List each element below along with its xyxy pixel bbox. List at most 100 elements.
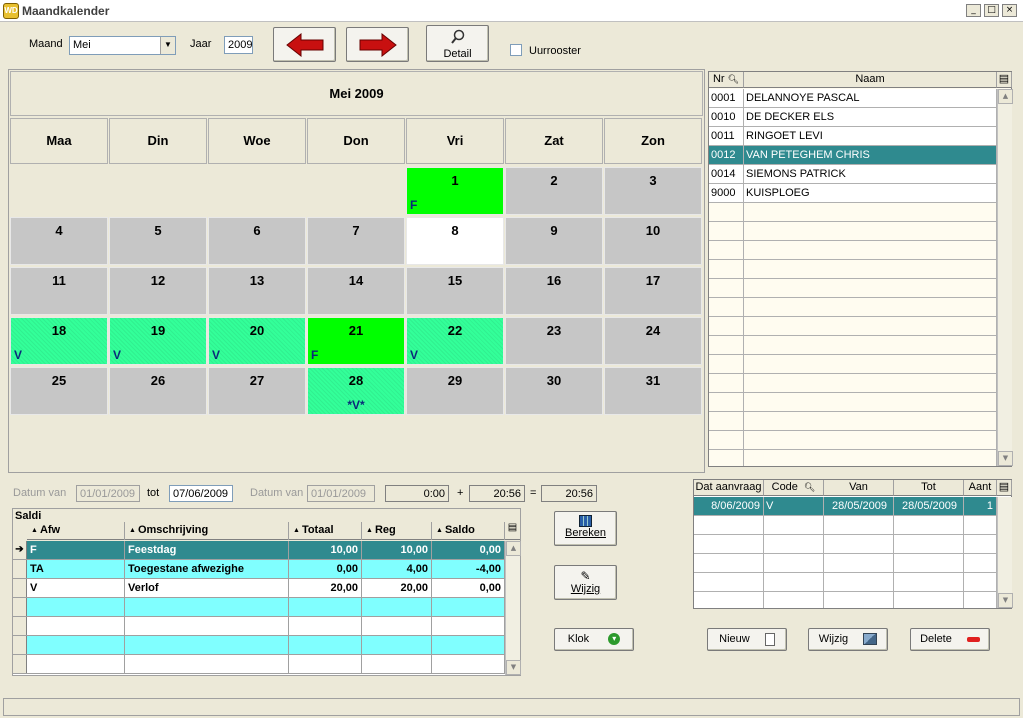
col-header-naam[interactable]: Naam [744,72,997,88]
calendar-day-cell[interactable]: 9 [505,217,603,265]
col-header-nr[interactable]: Nr 🔍︎ [709,72,744,88]
table-row[interactable] [694,573,997,592]
table-row[interactable] [709,450,997,466]
table-row[interactable]: V Verlof 20,00 20,00 0,00 [13,579,505,598]
row-selector[interactable] [13,617,27,635]
tot-input[interactable]: 07/06/2009 [169,485,233,502]
calendar-day-cell[interactable]: 11 [10,267,108,315]
calendar-day-cell[interactable]: 24 [604,317,702,365]
scroll-down-icon[interactable]: ▼ [998,451,1013,466]
row-selector[interactable] [13,598,27,616]
scroll-down-icon[interactable]: ▼ [506,660,521,675]
table-row[interactable] [709,203,997,222]
table-row[interactable] [13,655,505,674]
maximize-button[interactable]: □ [984,4,999,17]
calendar-day-cell[interactable]: 7 [307,217,405,265]
minimize-button[interactable]: _ [966,4,981,17]
scroll-up-icon[interactable]: ▲ [506,541,521,556]
calendar-day-cell[interactable]: 22 V [406,317,504,365]
aanvraag-col-header[interactable]: Aant [964,480,997,496]
table-row[interactable]: 0012 VAN PETEGHEM CHRIS [709,146,997,165]
calendar-day-cell[interactable]: 10 [604,217,702,265]
table-row[interactable] [709,317,997,336]
calendar-day-cell[interactable]: 31 [604,367,702,415]
calendar-day-cell[interactable]: 8 [406,217,504,265]
calendar-day-cell[interactable]: 15 [406,267,504,315]
klok-button[interactable]: Klok ▾ [554,628,634,651]
row-selector[interactable] [13,655,27,673]
table-settings-icon[interactable]: ▤ [505,522,520,540]
table-row[interactable] [694,592,997,608]
calendar-day-cell[interactable]: 19 V [109,317,207,365]
calendar-day-cell[interactable]: 13 [208,267,306,315]
datum-van2-input[interactable]: 01/01/2009 [307,485,375,502]
calendar-day-cell[interactable]: 28 *V* [307,367,405,415]
calendar-day-cell[interactable]: 5 [109,217,207,265]
calendar-day-cell[interactable]: 27 [208,367,306,415]
table-row[interactable] [709,431,997,450]
aanvraag-col-header[interactable]: Code 🔍︎ [764,480,824,496]
aanvraag-col-header[interactable]: Van [824,480,894,496]
table-row[interactable] [13,598,505,617]
calendar-day-cell[interactable]: 6 [208,217,306,265]
employee-scrollbar[interactable]: ▲ ▼ [997,89,1013,466]
table-row[interactable] [709,222,997,241]
table-row[interactable] [694,535,997,554]
table-settings-icon[interactable]: ▤ [997,72,1012,88]
calendar-day-cell[interactable]: 18 V [10,317,108,365]
table-row[interactable]: 0014 SIEMONS PATRICK [709,165,997,184]
saldi-col-header[interactable]: ▲ Reg [362,522,432,540]
uurrooster-checkbox[interactable] [510,44,522,56]
scroll-down-icon[interactable]: ▼ [998,593,1013,608]
saldi-col-header[interactable]: ▲ Afw [27,522,125,540]
table-row[interactable] [694,554,997,573]
calendar-day-cell[interactable]: 23 [505,317,603,365]
table-row[interactable] [709,412,997,431]
chevron-down-icon[interactable]: ▼ [160,37,175,54]
aanvraag-scrollbar[interactable]: ▼ [997,497,1013,608]
wijzig-saldi-button[interactable]: ✎ Wijzig [554,565,617,600]
nieuw-button[interactable]: Nieuw [707,628,787,651]
scroll-up-icon[interactable]: ▲ [998,89,1013,104]
table-row[interactable]: 0010 DE DECKER ELS [709,108,997,127]
table-row[interactable]: 0011 RINGOET LEVI [709,127,997,146]
calendar-day-cell[interactable]: 16 [505,267,603,315]
calendar-day-cell[interactable]: 29 [406,367,504,415]
table-row[interactable] [709,393,997,412]
calendar-day-cell[interactable]: 12 [109,267,207,315]
saldi-col-header[interactable]: ▲ Omschrijving [125,522,289,540]
table-settings-icon[interactable]: ▤ [997,480,1012,496]
calendar-day-cell[interactable]: 17 [604,267,702,315]
calendar-day-cell[interactable]: 3 [604,167,702,215]
datum-van-input[interactable]: 01/01/2009 [76,485,140,502]
calendar-day-cell[interactable]: 2 [505,167,603,215]
prev-month-button[interactable] [273,27,336,62]
calendar-day-cell[interactable]: 20 V [208,317,306,365]
search-icon[interactable]: 🔍︎ [804,482,815,492]
table-row[interactable]: 9000 KUISPLOEG [709,184,997,203]
next-month-button[interactable] [346,27,409,62]
aanvraag-col-header[interactable]: Tot [894,480,964,496]
aanvraag-col-header[interactable]: Dat aanvraag [694,480,764,496]
maand-select[interactable]: Mei ▼ [69,36,176,55]
saldi-col-header[interactable]: ▲ Totaal [289,522,362,540]
table-row[interactable] [709,355,997,374]
calendar-day-cell[interactable]: 1F [406,167,504,215]
table-row[interactable] [13,617,505,636]
table-row[interactable] [709,279,997,298]
search-icon[interactable]: 🔍︎ [728,74,739,84]
table-row[interactable] [13,636,505,655]
calendar-day-cell[interactable]: 4 [10,217,108,265]
table-row[interactable] [709,336,997,355]
saldi-col-header[interactable]: ▲ Saldo [432,522,505,540]
bereken-button[interactable]: Bereken [554,511,617,546]
calendar-day-cell[interactable]: 21 F [307,317,405,365]
row-selector[interactable]: ➔ [13,541,27,559]
detail-button[interactable]: Detail [426,25,489,62]
table-row[interactable]: ➔ F Feestdag 10,00 10,00 0,00 [13,541,505,560]
table-row[interactable] [709,374,997,393]
calendar-day-cell[interactable]: 30 [505,367,603,415]
row-selector[interactable] [13,560,27,578]
jaar-input[interactable]: 2009 [224,36,253,54]
table-row[interactable]: 8/06/2009 V 28/05/2009 28/05/2009 1 [694,497,997,516]
